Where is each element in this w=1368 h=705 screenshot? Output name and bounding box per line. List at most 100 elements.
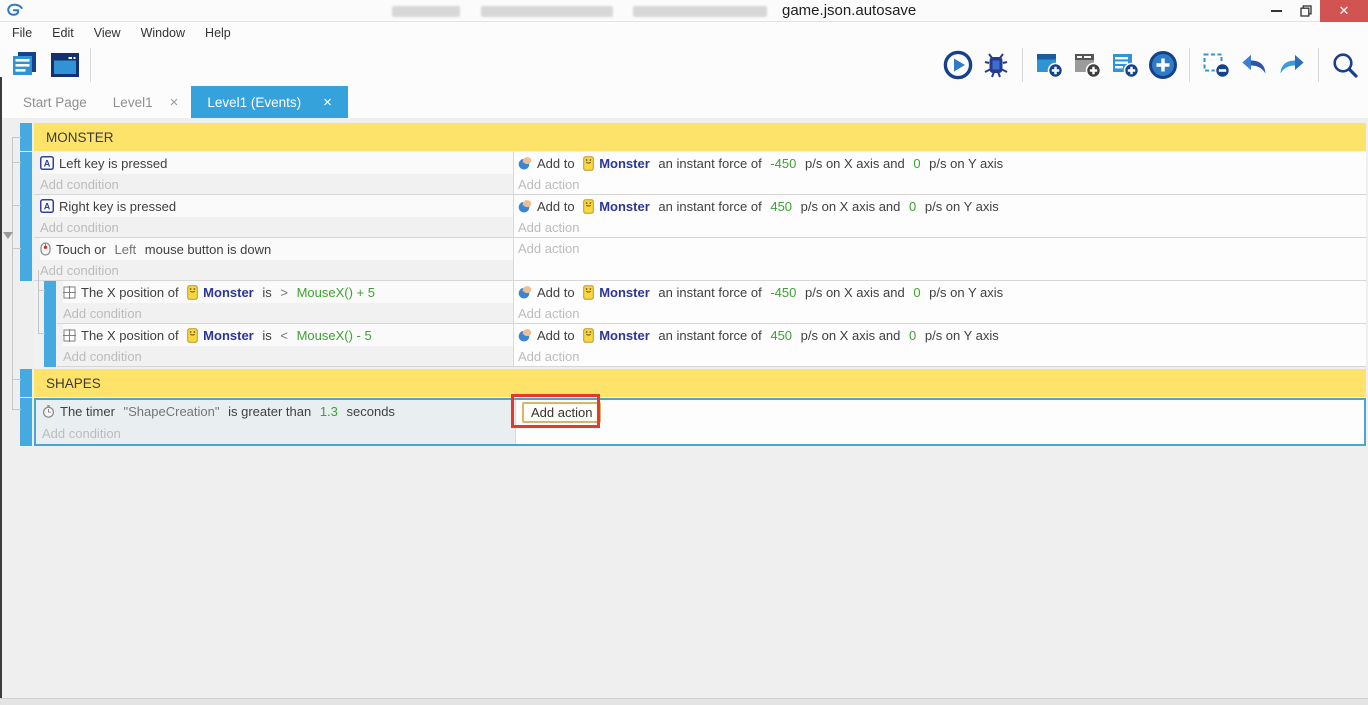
minimize-button[interactable] bbox=[1262, 0, 1291, 22]
instruction-text: The X position of bbox=[81, 327, 183, 343]
scene-editor-button[interactable] bbox=[48, 48, 82, 82]
scene-editor-icon bbox=[49, 49, 81, 81]
add-comment-button[interactable] bbox=[1108, 48, 1142, 82]
restore-button[interactable] bbox=[1291, 0, 1320, 22]
add-condition-placeholder[interactable]: Add condition bbox=[40, 217, 513, 237]
add-action-placeholder[interactable]: Add action bbox=[518, 174, 1366, 194]
expression-text: 450 bbox=[770, 198, 793, 214]
tab-start-page[interactable]: Start Page bbox=[10, 86, 100, 118]
tab-level1[interactable]: Level1 × bbox=[100, 86, 192, 118]
add-action-button-focused[interactable]: Add action bbox=[522, 401, 602, 423]
event-row: Touch or Left mouse button is down Add co… bbox=[0, 238, 1366, 281]
instruction-text: an instant force of bbox=[654, 284, 766, 300]
add-condition-placeholder[interactable]: Add condition bbox=[40, 260, 513, 280]
condition-instruction[interactable]: The X position of Monster is > MouseX() … bbox=[63, 281, 513, 303]
actions-cell: Add action bbox=[513, 238, 1366, 280]
event-selection-bar[interactable] bbox=[20, 238, 32, 281]
menu-item-help[interactable]: Help bbox=[195, 26, 241, 40]
svg-text:A: A bbox=[44, 201, 51, 211]
comment-header[interactable]: MONSTER bbox=[34, 123, 1366, 151]
action-instruction[interactable]: Add to Monster an instant force of 450 p… bbox=[518, 324, 1366, 346]
object-name: Monster bbox=[599, 198, 650, 214]
add-event-button[interactable] bbox=[1032, 48, 1066, 82]
comment-header-label: SHAPES bbox=[46, 375, 101, 391]
event-selection-bar[interactable] bbox=[44, 281, 56, 324]
add-action-placeholder[interactable]: Add action bbox=[518, 346, 1366, 366]
expression-text: MouseX() + 5 bbox=[296, 284, 375, 300]
tab-close-icon[interactable]: × bbox=[323, 94, 332, 111]
instruction-text: p/s on X axis and bbox=[797, 327, 904, 343]
play-icon bbox=[943, 50, 973, 80]
object-name: Monster bbox=[203, 327, 254, 343]
event-selection-bar[interactable] bbox=[20, 195, 32, 238]
expression-text: 0 bbox=[909, 198, 917, 214]
window-left-edge bbox=[0, 77, 2, 698]
menu-item-edit[interactable]: Edit bbox=[42, 26, 84, 40]
event-selection-bar[interactable] bbox=[20, 152, 32, 195]
menu-bar: File Edit View Window Help bbox=[0, 22, 1368, 44]
close-button[interactable]: ✕ bbox=[1320, 0, 1368, 22]
position-icon bbox=[63, 328, 76, 342]
redo-button[interactable] bbox=[1275, 48, 1309, 82]
add-condition-placeholder[interactable]: Add condition bbox=[40, 174, 513, 194]
monster-icon bbox=[187, 284, 198, 300]
menu-item-view[interactable]: View bbox=[84, 26, 131, 40]
menu-item-window[interactable]: Window bbox=[131, 26, 195, 40]
toolbar-separator bbox=[1318, 48, 1319, 82]
add-action-placeholder[interactable]: Add action bbox=[518, 238, 1366, 258]
add-condition-placeholder[interactable]: Add condition bbox=[63, 346, 513, 366]
instruction-text: > bbox=[280, 284, 292, 300]
instruction-text: an instant force of bbox=[654, 327, 766, 343]
condition-instruction[interactable]: The X position of Monster is < MouseX() … bbox=[63, 324, 513, 346]
condition-instruction[interactable]: The timer "ShapeCreation" is greater tha… bbox=[42, 400, 515, 422]
condition-instruction[interactable]: A Right key is pressed bbox=[40, 195, 513, 217]
force-icon bbox=[518, 199, 532, 213]
action-instruction[interactable]: Add to Monster an instant force of -450 … bbox=[518, 281, 1366, 303]
play-button[interactable] bbox=[941, 48, 975, 82]
event-selection-bar[interactable] bbox=[44, 324, 56, 367]
tab-level1-events-[interactable]: Level1 (Events) × bbox=[191, 86, 348, 118]
add-action-line: Add action bbox=[520, 400, 1364, 423]
event-selection-bar[interactable] bbox=[20, 123, 32, 151]
add-comment-icon bbox=[1110, 50, 1140, 80]
redo-icon bbox=[1277, 50, 1307, 80]
add-condition-placeholder[interactable]: Add condition bbox=[42, 422, 515, 444]
event-selection-bar[interactable] bbox=[20, 398, 32, 446]
instruction-text: p/s on X axis and bbox=[801, 155, 909, 171]
event-selection-bar[interactable] bbox=[20, 369, 32, 397]
project-manager-button[interactable] bbox=[8, 48, 42, 82]
comment-header-label: MONSTER bbox=[46, 129, 114, 145]
menu-item-file[interactable]: File bbox=[2, 26, 42, 40]
add-circle-button[interactable] bbox=[1146, 48, 1180, 82]
position-icon bbox=[63, 285, 76, 299]
instruction-text: is greater than bbox=[224, 403, 315, 419]
title-bar: game.json.autosave ✕ bbox=[0, 0, 1368, 22]
condition-instruction[interactable]: Touch or Left mouse button is down bbox=[40, 238, 513, 260]
add-subevent-button[interactable] bbox=[1070, 48, 1104, 82]
search-button[interactable] bbox=[1328, 48, 1362, 82]
instruction-text: is bbox=[258, 327, 276, 343]
redacted-title-segment bbox=[481, 6, 613, 17]
event-row: The timer "ShapeCreation" is greater tha… bbox=[0, 394, 1366, 446]
expression-text: 1.3 bbox=[319, 403, 338, 419]
add-action-placeholder[interactable]: Add action bbox=[518, 303, 1366, 323]
action-instruction[interactable]: Add to Monster an instant force of -450 … bbox=[518, 152, 1366, 174]
tab-bar: Start Page Level1 × Level1 (Events) × bbox=[0, 86, 1368, 118]
instruction-text: p/s on Y axis bbox=[925, 284, 1004, 300]
remove-event-button[interactable] bbox=[1199, 48, 1233, 82]
add-condition-placeholder[interactable]: Add condition bbox=[63, 303, 513, 323]
instruction-text: mouse button is down bbox=[141, 241, 272, 257]
condition-instruction[interactable]: A Left key is pressed bbox=[40, 152, 513, 174]
add-action-placeholder[interactable]: Add action bbox=[518, 217, 1366, 237]
redacted-title-segment bbox=[633, 6, 767, 17]
keyboard-icon: A bbox=[40, 199, 54, 213]
toolbar-left-group bbox=[0, 48, 82, 82]
tab-close-icon[interactable]: × bbox=[170, 94, 179, 111]
action-instruction[interactable]: Add to Monster an instant force of 450 p… bbox=[518, 195, 1366, 217]
force-icon bbox=[518, 156, 532, 170]
instruction-text: Touch or bbox=[56, 241, 110, 257]
comment-header[interactable]: SHAPES bbox=[34, 369, 1366, 397]
conditions-cell: A Left key is pressed Add condition bbox=[34, 152, 513, 194]
debug-button[interactable] bbox=[979, 48, 1013, 82]
undo-button[interactable] bbox=[1237, 48, 1271, 82]
